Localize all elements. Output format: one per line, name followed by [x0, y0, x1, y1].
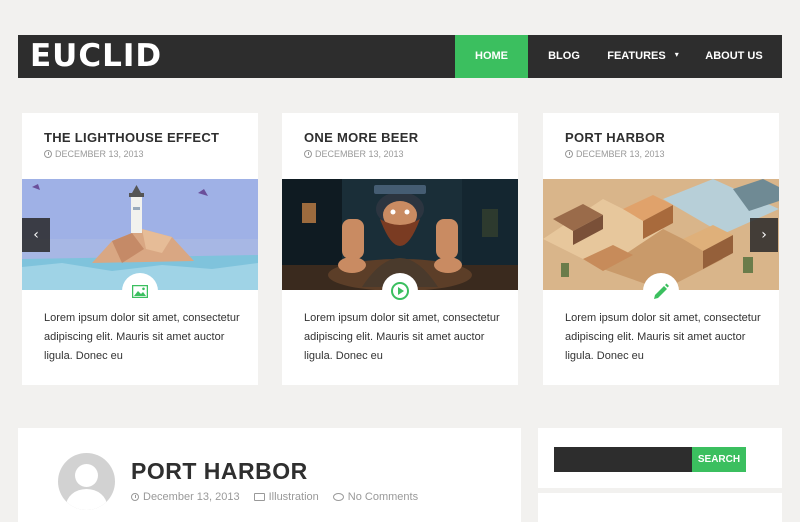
format-badge [122, 273, 158, 309]
play-icon [391, 282, 409, 300]
card-date: DECEMBER 13, 2013 [304, 149, 404, 159]
post-comments[interactable]: No Comments [348, 491, 418, 503]
author-avatar[interactable] [58, 453, 115, 510]
sidebar-widget [538, 493, 782, 522]
card-date: DECEMBER 13, 2013 [44, 149, 144, 159]
clock-icon [44, 150, 52, 158]
post-entry: PORT HARBOR December 13, 2013 Illustrati… [18, 428, 521, 522]
slider-next-button[interactable]: › [750, 218, 778, 252]
search-button[interactable]: SEARCH [692, 447, 746, 472]
nav-item-label: BLOG [548, 50, 580, 62]
clock-icon [565, 150, 573, 158]
nav-item-label: HOME [475, 50, 508, 62]
chevron-left-icon: ‹ [33, 227, 39, 243]
sidebar-search-widget: SEARCH [538, 428, 782, 488]
slider-prev-button[interactable]: ‹ [22, 218, 50, 252]
site-header: EUCLID HOME BLOG FEATURES ▾ ABOUT US [18, 35, 782, 78]
card-date-text: DECEMBER 13, 2013 [315, 149, 404, 159]
nav-item-features[interactable]: FEATURES ▾ [600, 35, 686, 78]
slider-card: ONE MORE BEER DECEMBER 13, 2013 Lorem ip… [282, 113, 518, 385]
site-logo[interactable]: EUCLID [30, 35, 455, 78]
image-icon [132, 284, 148, 298]
main-nav: HOME BLOG FEATURES ▾ ABOUT US [455, 35, 782, 78]
card-excerpt: Lorem ipsum dolor sit amet, consectetur … [304, 312, 500, 362]
post-meta: December 13, 2013 Illustration No Commen… [131, 491, 418, 503]
card-date-text: DECEMBER 13, 2013 [576, 149, 665, 159]
card-title[interactable]: THE LIGHTHOUSE EFFECT [44, 130, 219, 145]
card-excerpt: Lorem ipsum dolor sit amet, consectetur … [565, 312, 761, 362]
format-badge [382, 273, 418, 309]
chevron-right-icon: › [761, 227, 767, 243]
avatar-head [75, 464, 98, 487]
clock-icon [131, 493, 139, 501]
pencil-icon [654, 283, 669, 299]
card-title[interactable]: ONE MORE BEER [304, 130, 418, 145]
caret-down-icon: ▾ [674, 50, 679, 59]
card-date: DECEMBER 13, 2013 [565, 149, 665, 159]
nav-item-about-us[interactable]: ABOUT US [686, 35, 782, 78]
post-title[interactable]: PORT HARBOR [131, 458, 308, 485]
comment-icon [332, 493, 344, 501]
format-badge [643, 273, 679, 309]
post-category[interactable]: Illustration [269, 491, 319, 503]
folder-icon [253, 493, 265, 501]
post-date: December 13, 2013 [143, 491, 240, 503]
nav-item-blog[interactable]: BLOG [528, 35, 600, 78]
search-input[interactable] [554, 447, 692, 472]
nav-item-label: ABOUT US [705, 50, 763, 62]
clock-icon [304, 150, 312, 158]
nav-item-home[interactable]: HOME [455, 35, 528, 78]
card-date-text: DECEMBER 13, 2013 [55, 149, 144, 159]
slider-card: THE LIGHTHOUSE EFFECT DECEMBER 13, 2013 [22, 113, 258, 385]
slider-card: PORT HARBOR DECEMBER 13, 2013 Lorem ipsu… [543, 113, 779, 385]
nav-item-label: FEATURES [607, 50, 666, 62]
avatar-body [66, 489, 107, 510]
card-excerpt: Lorem ipsum dolor sit amet, consectetur … [44, 312, 240, 362]
card-title[interactable]: PORT HARBOR [565, 130, 665, 145]
